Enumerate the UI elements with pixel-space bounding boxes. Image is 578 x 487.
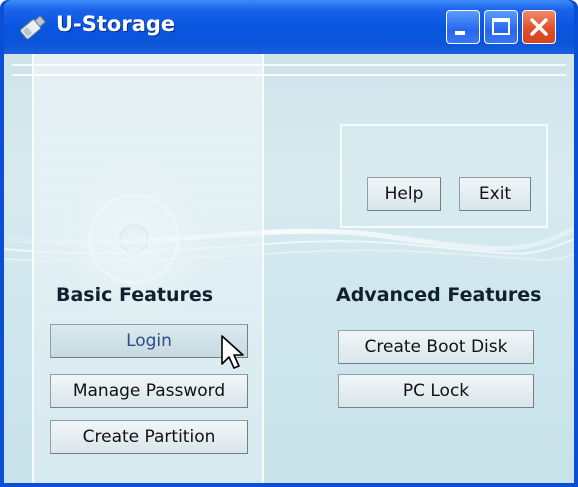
title-bar[interactable]: U-Storage [4, 0, 574, 54]
window-title: U-Storage [56, 12, 176, 36]
manage-password-button[interactable]: Manage Password [50, 374, 248, 408]
create-partition-button[interactable]: Create Partition [50, 420, 248, 454]
maximize-icon [492, 18, 510, 35]
pc-lock-button[interactable]: PC Lock [338, 374, 534, 408]
basic-features-heading: Basic Features [56, 284, 214, 306]
usb-drive-icon [20, 15, 47, 40]
create-boot-disk-button[interactable]: Create Boot Disk [338, 330, 534, 364]
top-divider-lower [12, 74, 566, 76]
client-area: Help Exit Basic Features Advanced Featur… [4, 54, 574, 483]
advanced-features-heading: Advanced Features [336, 284, 542, 306]
help-button[interactable]: Help [367, 177, 441, 211]
close-button[interactable] [522, 10, 556, 44]
mouse-pointer-icon [221, 335, 244, 369]
minimize-button[interactable] [446, 10, 480, 44]
login-button[interactable]: Login [50, 324, 248, 358]
app-window: U-Storage Help Exit Basic Features Advan… [0, 0, 578, 487]
close-icon [530, 18, 548, 36]
top-divider [12, 64, 566, 66]
basic-features-panel [32, 54, 264, 483]
help-exit-group [340, 124, 548, 228]
minimize-icon [455, 31, 465, 35]
exit-button[interactable]: Exit [459, 177, 531, 211]
maximize-button[interactable] [484, 10, 518, 44]
